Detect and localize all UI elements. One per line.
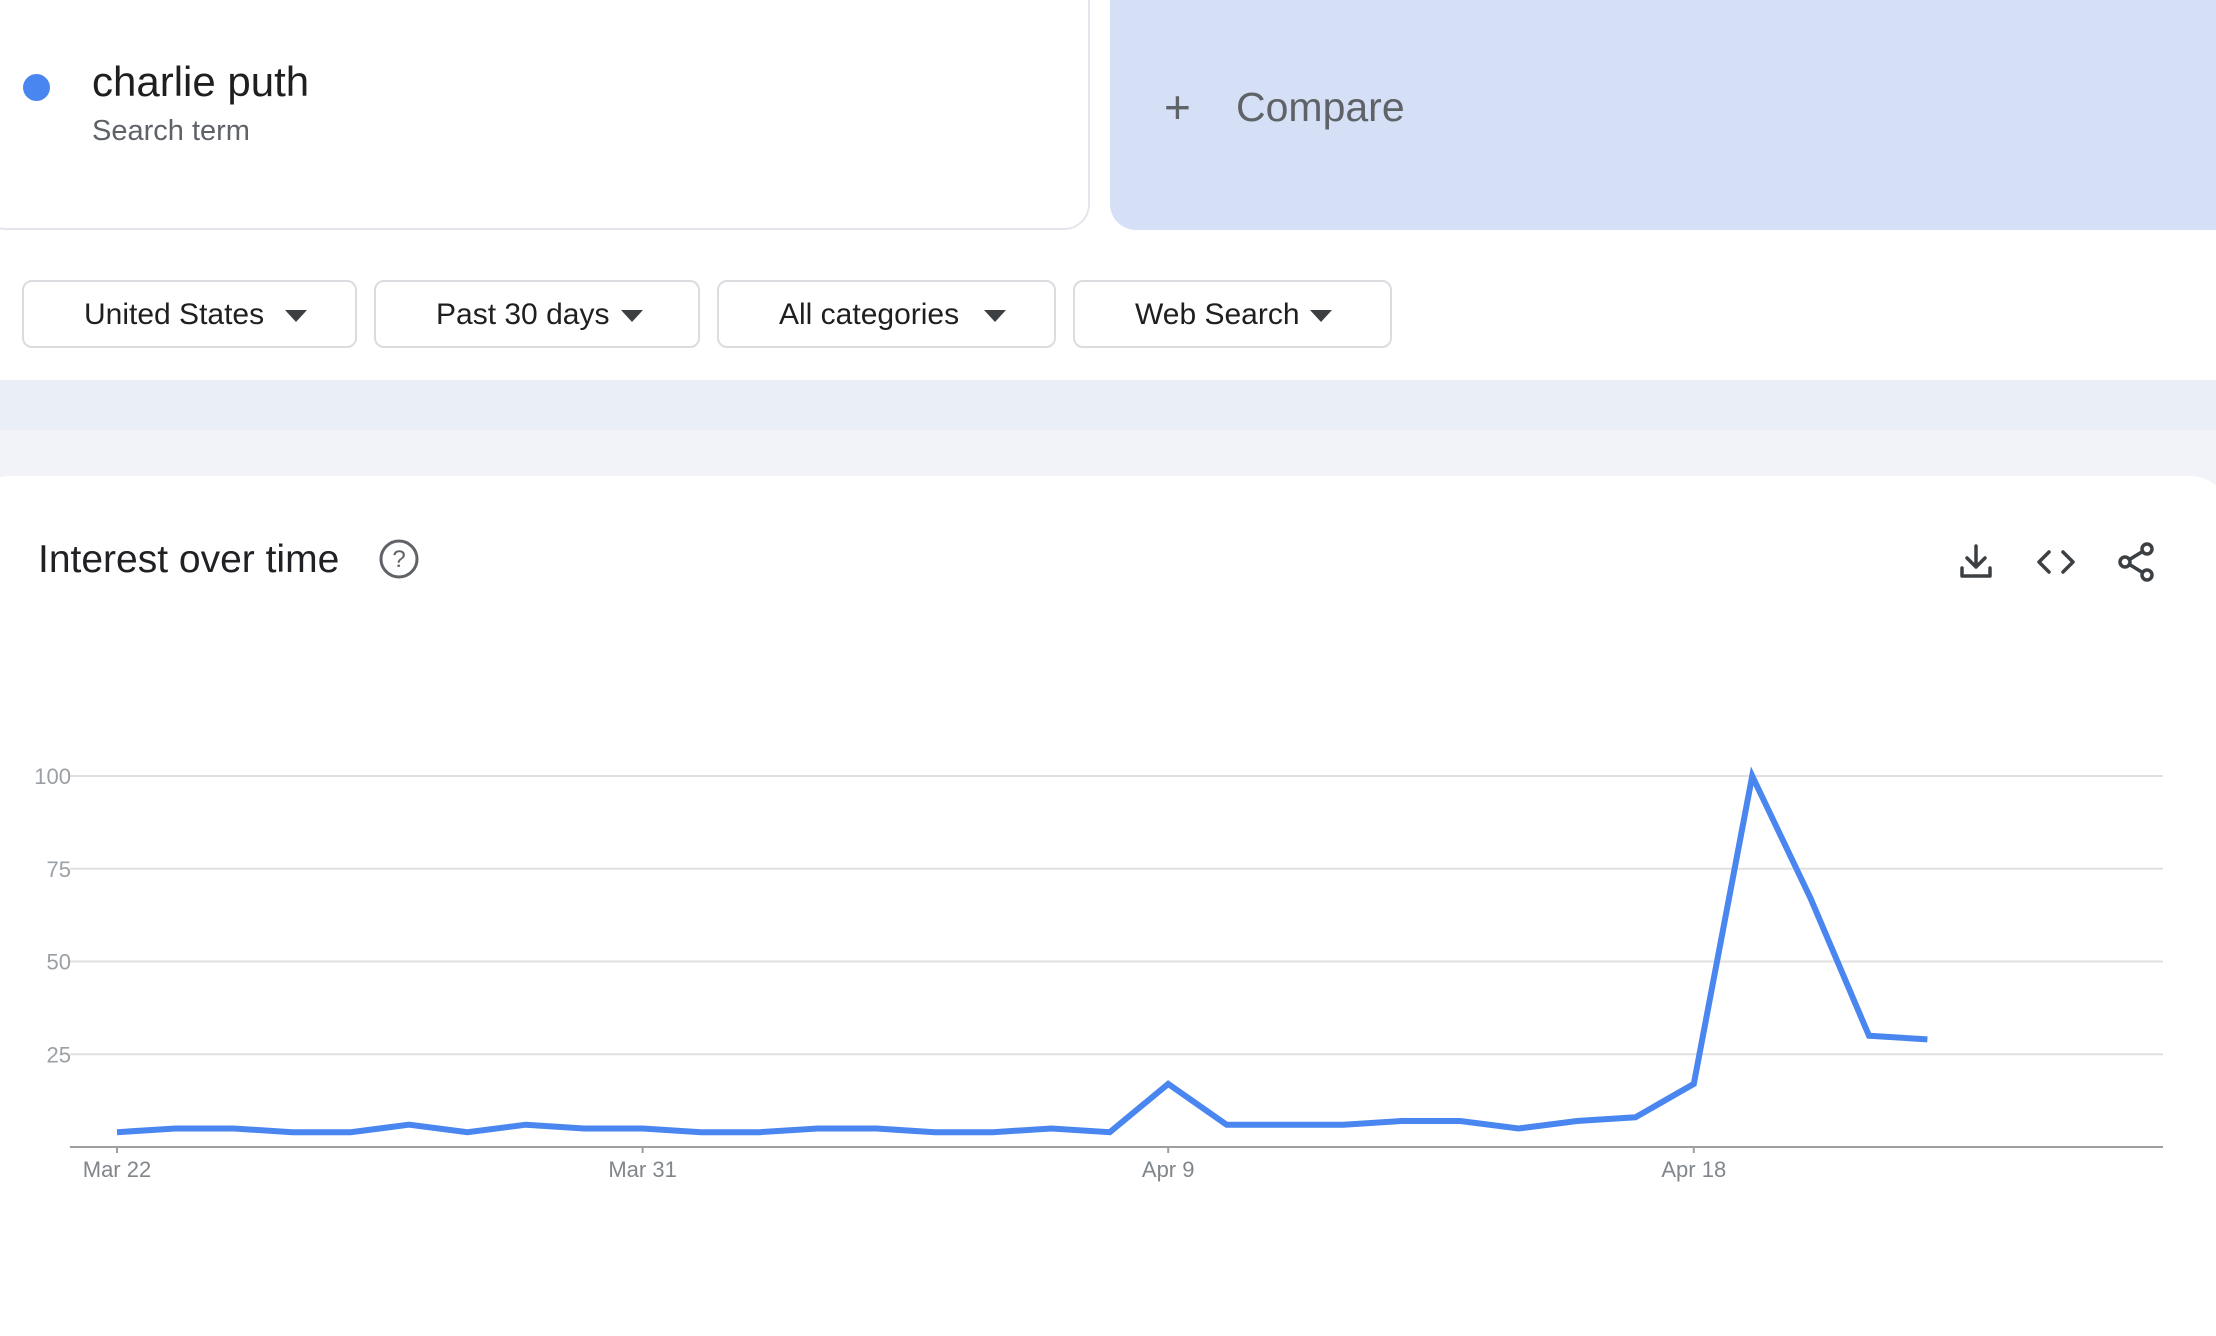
y-tick-label: 25 [47,1042,71,1067]
data-point [408,1123,411,1126]
y-tick-label: 50 [47,950,71,975]
data-point [1517,1127,1520,1130]
data-point [466,1131,469,1134]
data-point [1576,1120,1579,1123]
data-point [174,1127,177,1130]
data-point [1868,1034,1871,1037]
data-point [1400,1120,1403,1123]
data-point [1225,1123,1228,1126]
data-point [1926,1038,1929,1041]
data-point [1284,1123,1287,1126]
data-point [1809,897,1812,900]
data-point [758,1131,761,1134]
data-point [1751,775,1754,778]
data-point [1108,1131,1111,1134]
data-point [524,1123,527,1126]
x-tick-label: Mar 31 [608,1157,676,1182]
data-point [1167,1082,1170,1085]
y-tick-label: 100 [34,764,71,789]
x-tick-label: Mar 22 [83,1157,151,1182]
data-point [349,1131,352,1134]
x-tick-label: Apr 18 [1661,1157,1726,1182]
x-tick-label: Apr 9 [1142,1157,1195,1182]
data-point [700,1131,703,1134]
data-point [816,1127,819,1130]
data-point [875,1127,878,1130]
data-point [1459,1120,1462,1123]
data-point [641,1127,644,1130]
data-point [1634,1116,1637,1119]
series-line [116,766,1928,1136]
data-point [933,1131,936,1134]
interest-over-time-chart: 25 50 75 100 Mar 22 Mar 31 Apr 9 Apr 18 [34,764,2163,1182]
data-point [992,1131,995,1134]
data-point [1342,1123,1345,1126]
data-point [232,1127,235,1130]
y-tick-label: 75 [47,857,71,882]
data-point [291,1131,294,1134]
data-point [1050,1127,1053,1130]
data-point [583,1127,586,1130]
data-point [116,1131,119,1134]
data-point [1692,1082,1695,1085]
